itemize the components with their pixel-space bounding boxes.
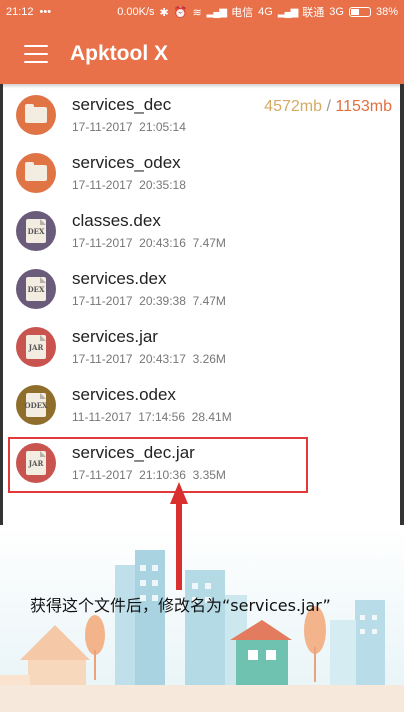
hamburger-menu-icon[interactable] [24,45,48,63]
city-illustration [0,525,404,712]
carrier-2: 联通 [302,7,325,19]
alarm-icon: ⏰ [173,6,188,19]
storage-separator: / [326,98,331,115]
folder-icon [16,153,56,193]
file-name: services.odex [72,385,176,404]
odex-file-icon: ODEX [16,385,56,425]
list-item[interactable]: services_odex 17-11-2017 20:35:18 [0,144,404,202]
jar-file-icon: JAR [16,327,56,367]
storage-indicator: 4572mb / 1153mb [264,98,392,116]
signal-icon: ▂▄▆ [206,6,227,18]
list-item[interactable]: DEX services.dex 17-11-2017 20:39:38 7.4… [0,260,404,318]
file-name: services_odex [72,153,181,172]
network-type-2: 3G [329,6,344,18]
file-meta: 17-11-2017 21:05:14 [72,120,186,134]
file-meta: 11-11-2017 17:14:56 28.41M [72,410,232,424]
notification-dots: ••• [39,6,52,18]
list-item[interactable]: JAR services.jar 17-11-2017 20:43:17 3.2… [0,318,404,376]
signal-icon-2: ▂▄▆ [277,6,298,18]
file-meta: 17-11-2017 20:39:38 7.47M [72,294,226,308]
file-meta: 17-11-2017 20:35:18 [72,178,186,192]
folder-icon [16,95,56,135]
battery-icon [348,7,371,17]
carrier-1: 电信 [231,7,254,19]
file-name: classes.dex [72,211,161,230]
highlight-box [8,437,308,493]
network-speed: 0.00K/s [117,6,155,18]
app-title: Apktool X [70,42,168,65]
list-item[interactable]: ODEX services.odex 11-11-2017 17:14:56 2… [0,376,404,434]
annotation-caption: 获得这个文件后，修改名为“services.jar” [30,596,331,615]
dex-file-icon: DEX [16,269,56,309]
list-item[interactable]: services_dec 17-11-2017 21:05:14 4572mb … [0,86,404,144]
dex-file-icon: DEX [16,211,56,251]
network-type-1: 4G [258,6,273,18]
app-bar: Apktool X [0,24,404,84]
status-bar: 21:12 ••• 0.00K/s ✱ ⏰ ≋ ▂▄▆ 电信 4G ▂▄▆ 联通… [0,0,404,24]
list-item[interactable]: DEX classes.dex 17-11-2017 20:43:16 7.47… [0,202,404,260]
storage-total: 1153mb [335,98,392,115]
file-list: services_dec 17-11-2017 21:05:14 4572mb … [0,86,404,492]
bluetooth-icon: ✱ [159,6,169,19]
file-name: services_dec [72,95,172,114]
arrow-shaft [176,500,182,590]
file-meta: 17-11-2017 20:43:17 3.26M [72,352,226,366]
file-name: services.dex [72,269,167,288]
storage-free: 4572mb [264,98,322,115]
wifi-icon: ≋ [192,6,202,19]
status-time: 21:12 [6,6,34,18]
file-meta: 17-11-2017 20:43:16 7.47M [72,236,226,250]
file-name: services.jar [72,327,158,346]
battery-percent: 38% [375,6,398,18]
